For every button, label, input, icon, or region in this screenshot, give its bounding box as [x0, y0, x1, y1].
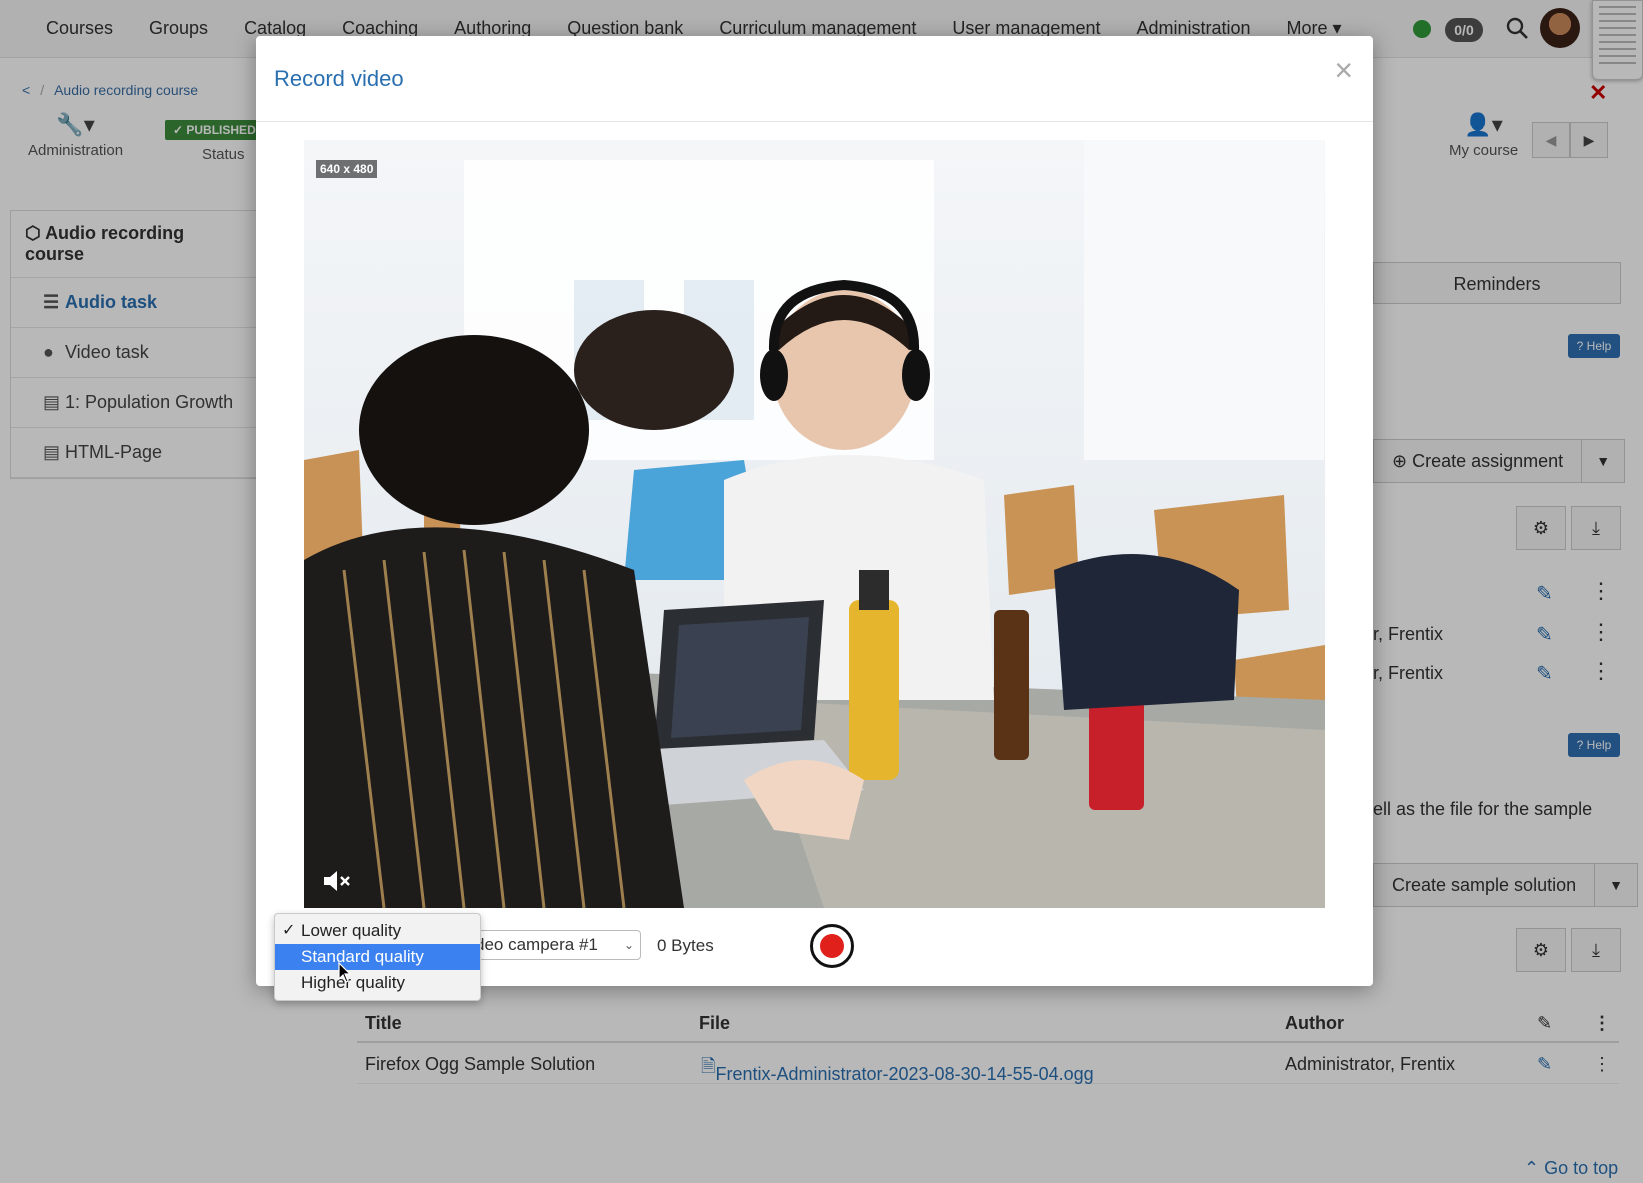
checkmark-icon: ✓ [282, 922, 296, 939]
dialog-divider [256, 121, 1373, 122]
mouse-cursor-icon [338, 962, 352, 983]
quality-option-lower[interactable]: ✓ Lower quality [275, 918, 480, 944]
video-preview: 640 x 480 [304, 140, 1325, 908]
quality-option-label: Lower quality [301, 921, 402, 940]
camera-feed-image [304, 140, 1325, 908]
resolution-label: 640 x 480 [316, 160, 378, 178]
quality-option-higher[interactable]: Higher quality [275, 970, 480, 996]
camera-select[interactable]: deo campera #1 ⌄ [464, 930, 641, 960]
close-icon[interactable]: × [1334, 50, 1353, 90]
dialog-title: Record video [274, 66, 404, 91]
recorded-size: 0 Bytes [657, 936, 714, 955]
record-video-dialog: Record video × 640 x 480 deo campera #1 … [256, 36, 1373, 986]
chevron-down-icon: ⌄ [623, 938, 634, 952]
muted-speaker-icon[interactable] [322, 870, 354, 892]
record-button[interactable] [810, 924, 854, 968]
quality-option-label: Standard quality [301, 947, 424, 966]
quality-option-label: Higher quality [301, 973, 405, 992]
quality-option-standard[interactable]: Standard quality [275, 944, 480, 970]
quality-dropdown: ✓ Lower quality Standard quality Higher … [274, 913, 481, 1001]
camera-select-value: deo campera #1 [475, 935, 598, 954]
